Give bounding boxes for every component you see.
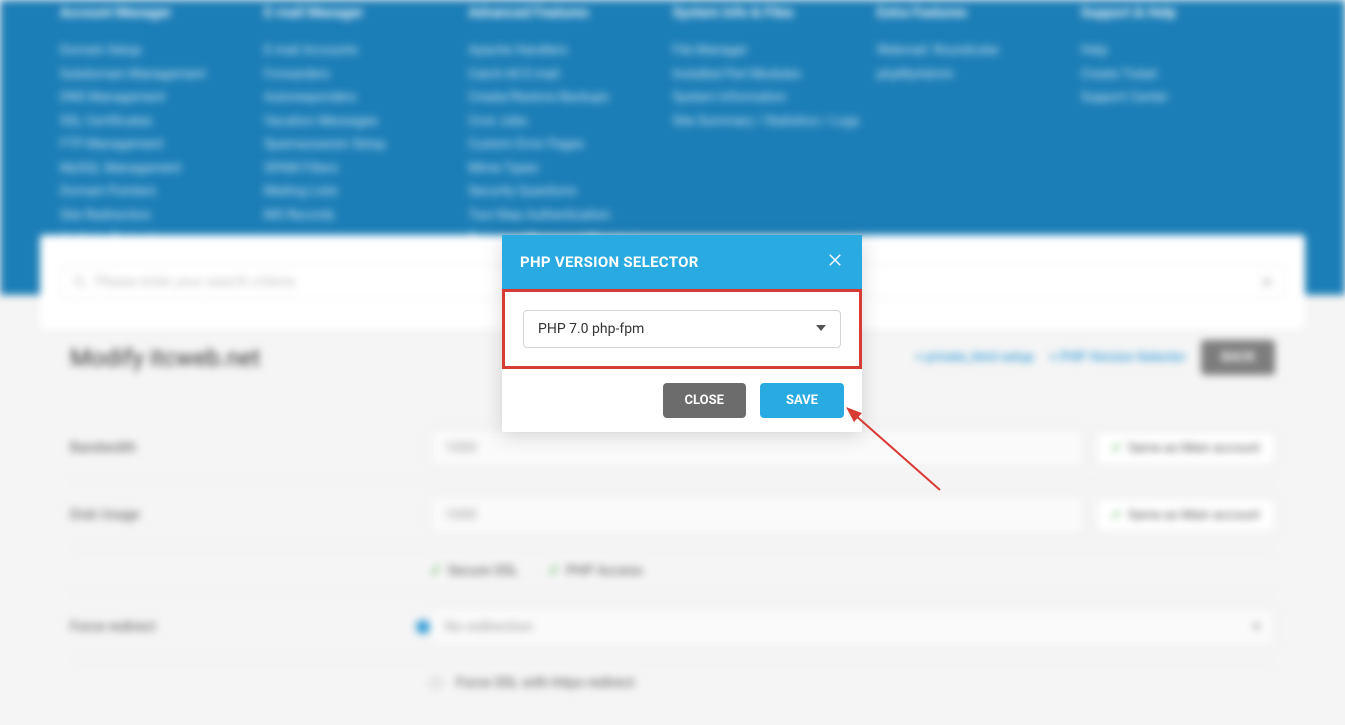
bandwidth-label: Bandwidth bbox=[70, 440, 430, 456]
php-version-selector-link[interactable]: + PHP Version Selector bbox=[1050, 350, 1186, 365]
nav-column: Support & Help Help Create Ticket Support C… bbox=[1081, 5, 1285, 253]
nav-link[interactable]: Domain Setup bbox=[60, 41, 264, 61]
nav-link[interactable]: Two-Step Authentication bbox=[468, 206, 672, 226]
ssl-php-row: ✓Secure SSL ✓PHP Access bbox=[70, 549, 1275, 594]
nav-column-title: Account Manager bbox=[60, 5, 264, 21]
close-icon bbox=[826, 251, 844, 269]
chevron-down-icon bbox=[816, 321, 826, 337]
force-redirect-label: Force redirect bbox=[70, 619, 156, 635]
check-icon: ✓ bbox=[1111, 441, 1122, 456]
php-version-selector-modal: PHP VERSION SELECTOR PHP 7.0 php-fpm CLO… bbox=[502, 235, 862, 432]
nav-column-title: System Info & Files bbox=[673, 5, 877, 21]
nav-link[interactable]: Site Redirection bbox=[60, 206, 264, 226]
save-button[interactable]: SAVE bbox=[760, 383, 844, 418]
nav-link[interactable]: Custom Error Pages bbox=[468, 135, 672, 155]
modal-header: PHP VERSION SELECTOR bbox=[502, 235, 862, 289]
nav-link[interactable]: System Information bbox=[673, 88, 877, 108]
nav-link[interactable]: MySQL Management bbox=[60, 159, 264, 179]
disk-row: Disk Usage 1000 ✓Same as Main account bbox=[70, 482, 1275, 549]
nav-link[interactable]: Domain Pointers bbox=[60, 182, 264, 202]
nav-link[interactable]: E-mail Accounts bbox=[264, 41, 468, 61]
nav-column-title: Support & Help bbox=[1081, 5, 1285, 21]
bandwidth-input[interactable]: 1000 bbox=[430, 429, 1084, 467]
php-version-select[interactable]: PHP 7.0 php-fpm bbox=[523, 310, 841, 348]
nav-column-title: Advanced Features bbox=[468, 5, 672, 21]
check-icon: ✓ bbox=[548, 563, 560, 579]
nav-link[interactable]: Mailing Lists bbox=[264, 182, 468, 202]
back-button[interactable]: BACK bbox=[1201, 340, 1275, 375]
check-icon: ✓ bbox=[430, 563, 442, 579]
php-version-selected: PHP 7.0 php-fpm bbox=[538, 321, 644, 337]
nav-link[interactable]: Site Summary / Statistics / Logs bbox=[673, 112, 877, 132]
disk-same-tag[interactable]: ✓Same as Main account bbox=[1096, 499, 1275, 532]
nav-link[interactable]: Mime Types bbox=[468, 159, 672, 179]
private-html-setup-link[interactable]: + private_html setup bbox=[915, 350, 1033, 365]
nav-link[interactable]: Catch-All E-mail bbox=[468, 65, 672, 85]
nav-link[interactable]: Create Ticket bbox=[1081, 65, 1285, 85]
info-icon bbox=[416, 620, 430, 634]
force-ssl-label: Force SSL with https redirect bbox=[456, 675, 634, 691]
nav-link[interactable]: Support Center bbox=[1081, 88, 1285, 108]
nav-link[interactable]: File Manager bbox=[673, 41, 877, 61]
nav-column: E-mail Manager E-mail Accounts Forwarders A… bbox=[264, 5, 468, 253]
nav-link[interactable]: MX Records bbox=[264, 206, 468, 226]
nav-link[interactable]: Subdomain Management bbox=[60, 65, 264, 85]
check-icon: ✓ bbox=[1111, 508, 1122, 523]
header-actions: + private_html setup + PHP Version Selec… bbox=[915, 340, 1275, 375]
force-redirect-row: Force redirect No redirection ▾ bbox=[70, 594, 1275, 661]
nav-link[interactable]: Autoresponders bbox=[264, 88, 468, 108]
nav-link[interactable]: Apache Handlers bbox=[468, 41, 672, 61]
modal-close-button[interactable] bbox=[826, 251, 844, 273]
nav-column: Account Manager Domain Setup Subdomain Man… bbox=[60, 5, 264, 253]
close-button[interactable]: CLOSE bbox=[663, 383, 746, 418]
nav-link[interactable]: SSL Certificates bbox=[60, 112, 264, 132]
php-access-check[interactable]: ✓PHP Access bbox=[548, 563, 643, 579]
radio-icon[interactable] bbox=[430, 677, 442, 689]
nav-link[interactable]: DNS Management bbox=[60, 88, 264, 108]
nav-column-title: Extra Features bbox=[877, 5, 1081, 21]
search-indicator-icon bbox=[1262, 277, 1272, 287]
search-placeholder: Please enter your search criteria bbox=[95, 274, 295, 290]
disk-input[interactable]: 1000 bbox=[430, 496, 1084, 534]
nav-link[interactable]: Installed Perl Modules bbox=[673, 65, 877, 85]
disk-label: Disk Usage bbox=[70, 507, 430, 523]
search-icon bbox=[73, 275, 87, 289]
nav-column: Extra Features Webmail: Roundcube phpMyAdm… bbox=[877, 5, 1081, 253]
nav-link[interactable]: FTP Management bbox=[60, 135, 264, 155]
nav-link[interactable]: Webmail: Roundcube bbox=[877, 41, 1081, 61]
nav-link[interactable]: Vacation Messages bbox=[264, 112, 468, 132]
modal-body: PHP 7.0 php-fpm bbox=[502, 289, 862, 369]
chevron-down-icon: ▾ bbox=[1253, 619, 1260, 635]
nav-link[interactable]: Help bbox=[1081, 41, 1285, 61]
page-title: Modify itcweb.net bbox=[70, 344, 260, 372]
nav-column: Advanced Features Apache Handlers Catch-Al… bbox=[468, 5, 672, 253]
nav-column-title: E-mail Manager bbox=[264, 5, 468, 21]
nav-link[interactable]: Spamassassin Setup bbox=[264, 135, 468, 155]
nav-link[interactable]: SPAM Filters bbox=[264, 159, 468, 179]
nav-link[interactable]: Create/Restore Backups bbox=[468, 88, 672, 108]
modal-footer: CLOSE SAVE bbox=[502, 369, 862, 432]
redirect-select[interactable]: No redirection ▾ bbox=[430, 608, 1275, 646]
modal-title: PHP VERSION SELECTOR bbox=[520, 253, 699, 271]
nav-link[interactable]: phpMyAdmin bbox=[877, 65, 1081, 85]
nav-link[interactable]: Cron Jobs bbox=[468, 112, 672, 132]
bandwidth-same-tag[interactable]: ✓Same as Main account bbox=[1096, 432, 1275, 465]
nav-column: System Info & Files File Manager Installed… bbox=[673, 5, 877, 253]
force-ssl-row: Force SSL with https redirect bbox=[70, 661, 1275, 705]
nav-link[interactable]: Forwarders bbox=[264, 65, 468, 85]
nav-link[interactable]: Security Questions bbox=[468, 182, 672, 202]
secure-ssl-check[interactable]: ✓Secure SSL bbox=[430, 563, 518, 579]
